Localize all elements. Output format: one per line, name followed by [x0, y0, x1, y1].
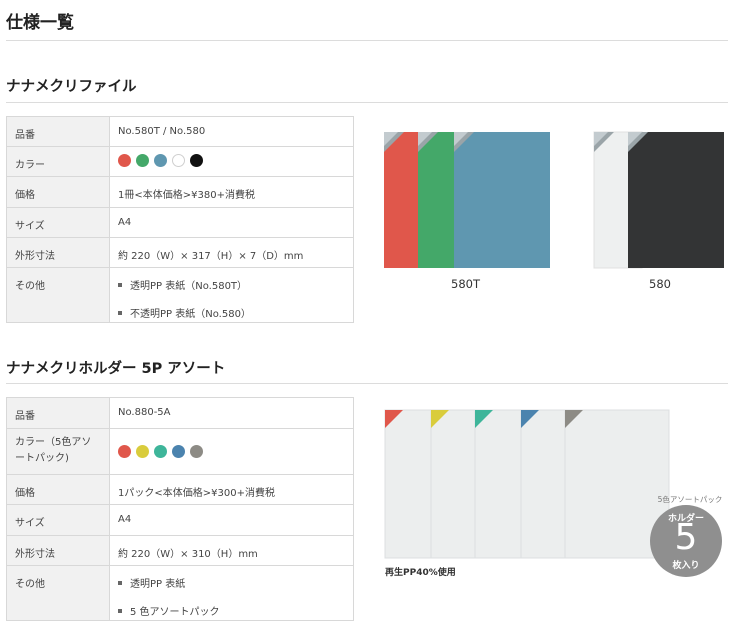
- badge-line2: 枚入り: [672, 561, 700, 571]
- badge-number: 5: [674, 517, 698, 558]
- row-label-color: カラー: [6, 146, 110, 177]
- row-value-size: A4: [109, 504, 354, 536]
- row-value-dims: 約 220（W）× 317（H）× 7（D）mm: [109, 237, 354, 268]
- section-rule-file: [6, 102, 728, 103]
- color-swatch-teal: [154, 445, 167, 458]
- badge-arc-text: 5色アソートパック: [657, 495, 723, 504]
- row-value-other: 透明PP 表紙（No.580T） 不透明PP 表紙（No.580）: [109, 267, 354, 323]
- color-swatch-black: [190, 154, 203, 167]
- row-value-price: 1パック<本体価格>¥300+消費税: [109, 474, 354, 505]
- row-value-size: A4: [109, 207, 354, 238]
- product-image-580t: [384, 132, 550, 268]
- color-swatches: [118, 445, 345, 458]
- row-label-dims: 外形寸法: [6, 237, 110, 268]
- section-title-file: ナナメクリファイル: [6, 79, 137, 95]
- color-swatch-green: [136, 154, 149, 167]
- row-label-code: 品番: [6, 116, 110, 147]
- caption-580t: 580T: [451, 277, 480, 291]
- row-value-color: [109, 428, 354, 475]
- product-image-holder-5p: [384, 409, 670, 559]
- assort-pack-badge: 5色アソートパック ホルダー 5 枚入り: [646, 494, 730, 578]
- row-label-size: サイズ: [6, 504, 110, 536]
- row-value-price: 1冊<本体価格>¥380+消費税: [109, 176, 354, 208]
- row-label-price: 価格: [6, 474, 110, 505]
- page-title: 仕様一覧: [6, 13, 74, 33]
- row-label-color: カラー（5色アソートパック): [6, 428, 110, 475]
- recycled-note: 再生PP40%使用: [385, 568, 456, 578]
- list-item: 不透明PP 表紙（No.580）: [118, 305, 345, 320]
- section-title-holder: ナナメクリホルダー 5P アソート: [6, 361, 226, 377]
- color-swatch-yellow: [136, 445, 149, 458]
- color-swatch-red: [118, 445, 131, 458]
- row-label-other: その他: [6, 267, 110, 323]
- row-label-size: サイズ: [6, 207, 110, 238]
- list-item: 透明PP 表紙（No.580T）: [118, 277, 345, 292]
- row-label-price: 価格: [6, 176, 110, 208]
- color-swatch-blue: [172, 445, 185, 458]
- row-label-dims: 外形寸法: [6, 535, 110, 566]
- color-swatches: [118, 154, 345, 167]
- color-swatch-blue: [154, 154, 167, 167]
- row-value-dims: 約 220（W）× 310（H）mm: [109, 535, 354, 566]
- list-item: 透明PP 表紙: [118, 575, 345, 590]
- caption-580: 580: [649, 277, 671, 291]
- row-value-code: No.580T / No.580: [109, 116, 354, 147]
- row-value-color: [109, 146, 354, 177]
- page-title-rule: [6, 40, 728, 41]
- section-rule-holder: [6, 383, 728, 384]
- spec-table-file: 品番 No.580T / No.580 カラー 価格 1冊<本体価格>¥380+…: [6, 116, 354, 323]
- row-value-other: 透明PP 表紙 5 色アソートパック: [109, 565, 354, 621]
- spec-table-holder: 品番 No.880-5A カラー（5色アソートパック) 価格 1パック<本体価格…: [6, 397, 354, 621]
- product-image-580: [593, 131, 724, 269]
- color-swatch-red: [118, 154, 131, 167]
- row-value-code: No.880-5A: [109, 397, 354, 429]
- row-label-other: その他: [6, 565, 110, 621]
- color-swatch-white: [172, 154, 185, 167]
- row-label-code: 品番: [6, 397, 110, 429]
- color-swatch-gray: [190, 445, 203, 458]
- list-item: 5 色アソートパック: [118, 603, 345, 618]
